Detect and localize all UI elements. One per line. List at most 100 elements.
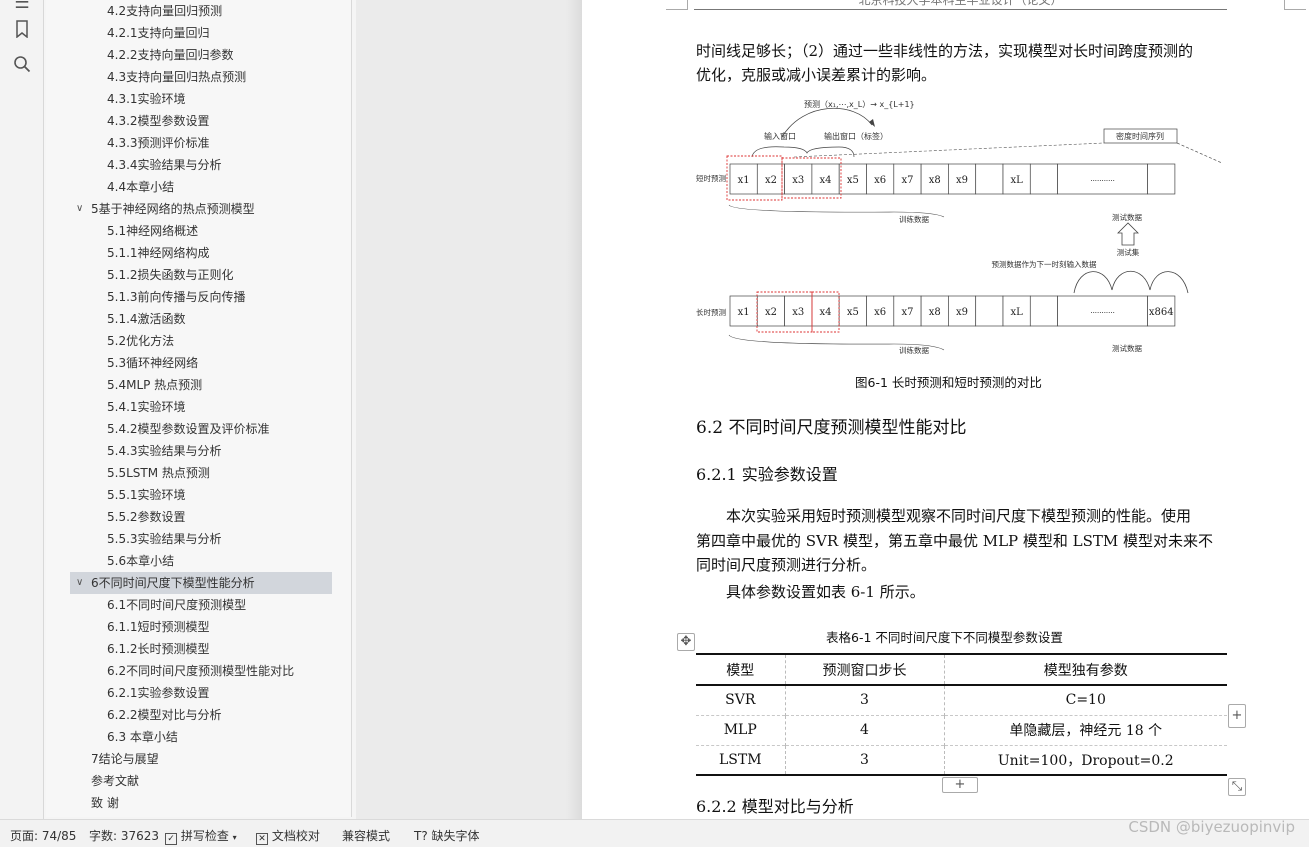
outline-item[interactable]: 5.5.1实验环境 xyxy=(70,484,332,506)
sequence-cell-label: x864 xyxy=(1149,307,1174,318)
sequence-cell-label: x3 xyxy=(792,175,804,186)
table-cell: 3 xyxy=(784,744,944,776)
outline-item[interactable]: 6.3 本章小结 xyxy=(70,726,332,748)
table-move-handle-icon[interactable]: ✥ xyxy=(677,633,695,651)
outline-item[interactable]: 5.5.3实验结果与分析 xyxy=(70,528,332,550)
outline-item-label: 5.6本章小结 xyxy=(107,554,175,568)
feedback-label: 预测数据作为下一时刻输入数据 xyxy=(992,259,1097,269)
outline-item[interactable]: 6.1.1短时预测模型 xyxy=(70,616,332,638)
outline-item[interactable]: 4.2支持向量回归预测 xyxy=(70,0,332,22)
outline-item-label: 4.4本章小结 xyxy=(107,180,175,194)
outline-item[interactable]: 5.4MLP 热点预测 xyxy=(70,374,332,396)
outline-item[interactable]: 6不同时间尺度下模型性能分析 ∨ xyxy=(70,572,332,594)
paragraph-line: 本次实验采用短时预测模型观察不同时间尺度下模型预测的性能。使用 xyxy=(726,507,1192,525)
outline-item[interactable]: 5.6本章小结 xyxy=(70,550,332,572)
outline-item-label: 4.3.3预测评价标准 xyxy=(107,136,210,150)
document-page: 北京科技大学本科生毕业设计（论文） 时间线足够长；（2）通过一些非线性的方法，实… xyxy=(582,0,1309,819)
outline-item[interactable]: 致 谢 xyxy=(70,792,332,814)
test-data-label: 测试数据 xyxy=(1112,212,1142,222)
word-count[interactable]: 字数: 37623 xyxy=(89,827,159,844)
outline-item[interactable]: 4.3支持向量回归热点预测 xyxy=(70,66,332,88)
outline-item[interactable]: 5.1.4激活函数 xyxy=(70,308,332,330)
outline-item[interactable]: 6.2.1实验参数设置 xyxy=(70,682,332,704)
outline-item[interactable]: 6.1不同时间尺度预测模型 xyxy=(70,594,332,616)
outline-item[interactable]: 5.4.2模型参数设置及评价标准 xyxy=(70,418,332,440)
outline-item[interactable]: 4.2.2支持向量回归参数 xyxy=(70,44,332,66)
outline-item[interactable]: 5.5.2参数设置 xyxy=(70,506,332,528)
outline-item-label: 5.4.3实验结果与分析 xyxy=(107,444,222,458)
outline-item[interactable]: 4.3.1实验环境 xyxy=(70,88,332,110)
table-cell: MLP xyxy=(696,714,785,745)
sequence-cell-label: x1 xyxy=(738,307,750,318)
outline-item[interactable]: 5.4.1实验环境 xyxy=(70,396,332,418)
table-header-cell: 模型 xyxy=(696,653,785,686)
outline-item-label: 7结论与展望 xyxy=(91,752,159,766)
outline-item[interactable]: 5.3循环神经网络 xyxy=(70,352,332,374)
proofread-label: 文档校对 xyxy=(271,829,320,843)
sequence-cell-label: ··········· xyxy=(1090,309,1114,317)
compat-mode-label[interactable]: 兼容模式 xyxy=(342,827,390,844)
table-row: MLP 4 单隐藏层，神经元 18 个 xyxy=(696,714,1227,745)
paragraph-line: 第四章中最优的 SVR 模型，第五章中最优 MLP 模型和 LSTM 模型对未来… xyxy=(696,532,1214,550)
sequence-cell-label: x6 xyxy=(874,307,886,318)
outline-item[interactable]: 5.5LSTM 热点预测 xyxy=(70,462,332,484)
outline-item-label: 5.5.1实验环境 xyxy=(107,488,186,502)
paragraph-line: 同时间尺度预测进行分析。 xyxy=(696,556,877,574)
outline-item[interactable]: 4.4本章小结 xyxy=(70,176,332,198)
missing-font-button[interactable]: T? 缺失字体 xyxy=(414,827,480,844)
chevron-down-icon[interactable]: ∨ xyxy=(76,198,83,220)
outline-item[interactable]: 7结论与展望 xyxy=(70,748,332,770)
outline-item[interactable]: 5.2优化方法 xyxy=(70,330,332,352)
table-cell: C=10 xyxy=(943,685,1227,715)
outline-item[interactable]: 4.2.1支持向量回归 xyxy=(70,22,332,44)
outline-item-label: 5.2优化方法 xyxy=(107,334,175,348)
outline-item[interactable]: 4.3.4实验结果与分析 xyxy=(70,154,332,176)
add-row-button[interactable]: + xyxy=(942,777,978,793)
sequence-cell-label: x8 xyxy=(929,175,941,186)
outline-item-label: 6.1不同时间尺度预测模型 xyxy=(107,598,247,612)
dense-series-label: 密度时间序列 xyxy=(1116,131,1164,141)
outline-item[interactable]: 参考文献 xyxy=(70,770,332,792)
outline-item[interactable]: 5.1.3前向传播与反向传播 xyxy=(70,286,332,308)
page-counter[interactable]: 页面: 74/85 xyxy=(10,827,76,844)
search-icon[interactable] xyxy=(11,55,33,77)
status-bar: 页面: 74/85 字数: 37623 ✓ 拼写检查 ▾ ✕ 文档校对 兼容模式… xyxy=(0,819,1309,847)
outline-item[interactable]: 5基于神经网络的热点预测模型 ∨ xyxy=(70,198,332,220)
outline-item-label: 4.2支持向量回归预测 xyxy=(107,4,223,18)
page-corner-mark xyxy=(666,0,688,10)
outline-item[interactable]: 5.4.3实验结果与分析 xyxy=(70,440,332,462)
sequence-cell-label: x2 xyxy=(765,175,777,186)
outline-item[interactable]: 5.1.2损失函数与正则化 xyxy=(70,264,332,286)
spell-check-button[interactable]: ✓ 拼写检查 ▾ xyxy=(165,827,237,845)
outline-item-label: 参考文献 xyxy=(91,774,140,788)
outline-item[interactable]: 4.3.2模型参数设置 xyxy=(70,110,332,132)
table-resize-icon[interactable]: ⤡ xyxy=(1228,778,1246,796)
table-cell: 单隐藏层，神经元 18 个 xyxy=(943,714,1227,745)
outline-item[interactable]: 6.2.2模型对比与分析 xyxy=(70,704,332,726)
chevron-down-icon[interactable]: ∨ xyxy=(76,572,83,594)
proofread-button[interactable]: ✕ 文档校对 xyxy=(256,827,320,845)
sequence-cell-label: xL xyxy=(1011,307,1024,318)
outline-item-label: 5.4.2模型参数设置及评价标准 xyxy=(107,422,270,436)
bookmark-icon[interactable] xyxy=(11,20,33,42)
outline-item[interactable]: 6.2不同时间尺度预测模型性能对比 xyxy=(70,660,332,682)
sequence-cell xyxy=(1029,163,1058,195)
table-cell: SVR xyxy=(725,692,756,709)
outline-item[interactable]: 5.1神经网络概述 xyxy=(70,220,332,242)
list-icon[interactable]: ☰ xyxy=(11,0,33,14)
outline-item-label: 6.3 本章小结 xyxy=(107,730,178,744)
sequence-cell-label: x7 xyxy=(901,307,913,318)
table-caption: 表格6-1 不同时间尺度下不同模型参数设置 xyxy=(826,630,1063,645)
outline-item[interactable]: 5.1.1神经网络构成 xyxy=(70,242,332,264)
sequence-cell-label: x4 xyxy=(820,175,832,186)
outline-item[interactable]: 6.1.2长时预测模型 xyxy=(70,638,332,660)
sequence-cell-label: ··········· xyxy=(1090,177,1114,185)
add-column-button[interactable]: + xyxy=(1228,704,1246,728)
table-cell: Unit=100，Dropout=0.2 xyxy=(943,744,1227,776)
outline-item[interactable]: 4.3.3预测评价标准 xyxy=(70,132,332,154)
checkbox-icon: ✓ xyxy=(165,833,177,845)
input-window-label: 输入窗口 xyxy=(764,131,796,141)
table-row: SVR 3 C=10 xyxy=(696,685,1227,715)
table-cell: 4 xyxy=(784,714,944,745)
sequence-cell-label: x2 xyxy=(765,307,777,318)
